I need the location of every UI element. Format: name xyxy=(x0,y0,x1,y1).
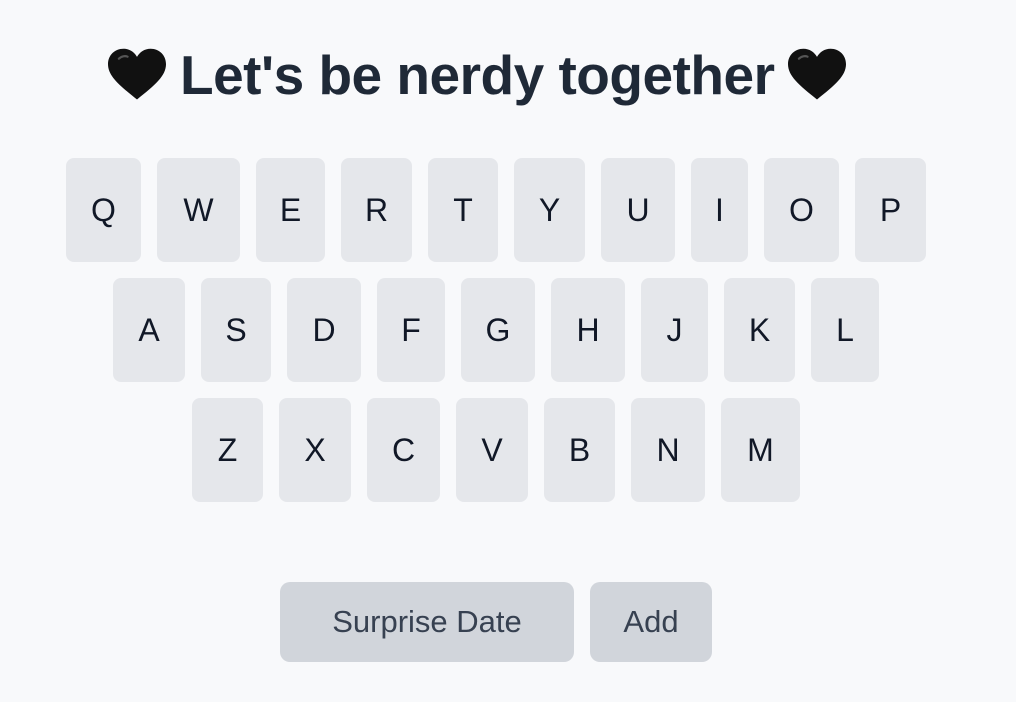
key-v[interactable]: V xyxy=(456,398,528,502)
key-i[interactable]: I xyxy=(691,158,748,262)
surprise-date-button[interactable]: Surprise Date xyxy=(280,582,574,662)
key-m[interactable]: M xyxy=(721,398,800,502)
key-f[interactable]: F xyxy=(377,278,445,382)
key-p[interactable]: P xyxy=(855,158,926,262)
black-heart-icon xyxy=(108,48,166,100)
key-x[interactable]: X xyxy=(279,398,351,502)
key-b[interactable]: B xyxy=(544,398,615,502)
add-button[interactable]: Add xyxy=(590,582,712,662)
key-o[interactable]: O xyxy=(764,158,839,262)
key-c[interactable]: C xyxy=(367,398,440,502)
key-q[interactable]: Q xyxy=(66,158,141,262)
key-d[interactable]: D xyxy=(287,278,361,382)
key-l[interactable]: L xyxy=(811,278,879,382)
key-w[interactable]: W xyxy=(157,158,240,262)
key-k[interactable]: K xyxy=(724,278,795,382)
key-z[interactable]: Z xyxy=(192,398,263,502)
key-s[interactable]: S xyxy=(201,278,271,382)
key-r[interactable]: R xyxy=(341,158,412,262)
key-j[interactable]: J xyxy=(641,278,708,382)
key-e[interactable]: E xyxy=(256,158,325,262)
key-h[interactable]: H xyxy=(551,278,625,382)
black-heart-icon xyxy=(788,48,847,100)
key-y[interactable]: Y xyxy=(514,158,585,262)
title-text: Let's be nerdy together xyxy=(180,44,775,106)
key-g[interactable]: G xyxy=(461,278,535,382)
key-t[interactable]: T xyxy=(428,158,498,262)
key-a[interactable]: A xyxy=(113,278,185,382)
key-u[interactable]: U xyxy=(601,158,675,262)
page-title: Let's be nerdy together xyxy=(108,40,847,110)
key-n[interactable]: N xyxy=(631,398,705,502)
